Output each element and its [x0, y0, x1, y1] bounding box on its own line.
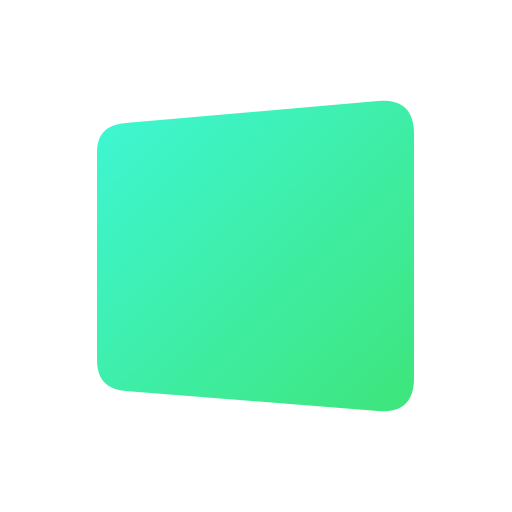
- canvas: [0, 0, 512, 512]
- panel-shape: [97, 100, 414, 412]
- green-rounded-panel-icon: [97, 100, 414, 412]
